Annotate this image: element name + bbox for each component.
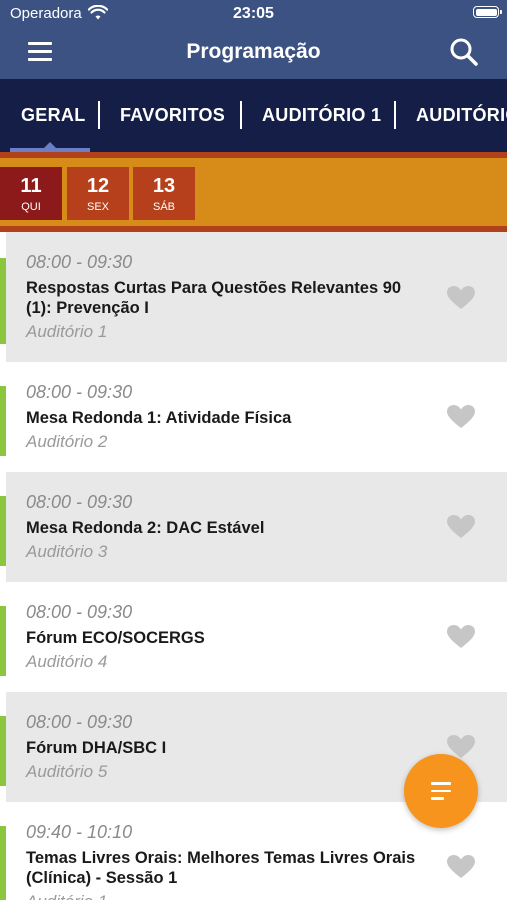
day-button-13[interactable]: 13 SÁB <box>133 167 195 220</box>
session-accent-bar <box>0 716 6 786</box>
session-time: 08:00 - 09:30 <box>26 382 133 402</box>
session-accent-bar <box>0 496 6 566</box>
search-icon[interactable] <box>449 37 479 67</box>
session-row[interactable]: 08:00 - 09:30 Mesa Redonda 2: DAC Estáve… <box>0 472 507 582</box>
session-room: Auditório 2 <box>26 432 108 451</box>
heart-icon[interactable] <box>447 855 475 879</box>
session-room: Auditório 4 <box>26 652 108 671</box>
session-title: Fórum ECO/SOCERGS <box>26 629 205 647</box>
page-title: Programação <box>186 40 321 63</box>
day-button-11[interactable]: 11 QUI <box>0 167 62 220</box>
filter-icon <box>431 782 451 805</box>
navigation-bar: Programação <box>0 28 507 79</box>
tab-auditorio-2[interactable]: AUDITÓRIO 2 <box>416 79 507 152</box>
day-number: 11 <box>20 175 42 197</box>
day-weekday: SÁB <box>152 201 175 213</box>
heart-icon[interactable] <box>447 405 475 429</box>
session-room: Auditório 1 <box>26 322 108 341</box>
session-row[interactable]: 08:00 - 09:30 Mesa Redonda 1: Atividade … <box>0 362 507 472</box>
session-time: 08:00 - 09:30 <box>26 602 133 622</box>
day-weekday: QUI <box>21 201 41 213</box>
session-title: Temas Livres Orais: Melhores Temas Livre… <box>26 849 416 887</box>
session-accent-bar <box>0 606 6 676</box>
day-button-12[interactable]: 12 SEX <box>67 167 129 220</box>
session-row[interactable]: 08:00 - 09:30 Fórum ECO/SOCERGS Auditóri… <box>0 582 507 692</box>
tab-divider <box>98 101 100 129</box>
heart-icon[interactable] <box>447 286 475 310</box>
heart-icon[interactable] <box>447 625 475 649</box>
session-accent-bar <box>0 258 6 344</box>
session-title: Respostas Curtas Para Questões Relevante… <box>26 279 402 317</box>
date-selector: 11 QUI 12 SEX 13 SÁB <box>0 152 507 232</box>
tab-bar: GERAL FAVORITOS AUDITÓRIO 1 AUDITÓRIO 2 <box>0 79 507 152</box>
session-title: Mesa Redonda 2: DAC Estável <box>26 519 265 537</box>
session-time: 08:00 - 09:30 <box>26 252 133 272</box>
session-accent-bar <box>0 826 6 900</box>
day-weekday: SEX <box>86 201 109 213</box>
day-number: 13 <box>152 175 176 197</box>
session-title: Fórum DHA/SBC I <box>26 739 167 757</box>
session-room: Auditório 5 <box>26 762 108 781</box>
tab-favoritos[interactable]: FAVORITOS <box>120 79 225 152</box>
session-row[interactable]: 08:00 - 09:30 Respostas Curtas Para Ques… <box>0 232 507 362</box>
filter-fab-button[interactable] <box>404 754 478 828</box>
tab-auditorio-1[interactable]: AUDITÓRIO 1 <box>262 79 381 152</box>
session-title: Mesa Redonda 1: Atividade Física <box>26 409 292 427</box>
session-time: 08:00 - 09:30 <box>26 712 133 732</box>
tab-divider <box>240 101 242 129</box>
day-number: 12 <box>86 175 110 197</box>
heart-icon[interactable] <box>447 515 475 539</box>
battery-icon <box>473 6 502 18</box>
session-room: Auditório 3 <box>26 542 108 561</box>
session-time: 09:40 - 10:10 <box>26 822 133 842</box>
tab-divider <box>394 101 396 129</box>
status-bar: Operadora 23:05 <box>0 0 507 28</box>
session-time: 08:00 - 09:30 <box>26 492 133 512</box>
session-room: Auditório 1 <box>26 892 107 900</box>
clock: 23:05 <box>233 5 274 22</box>
session-accent-bar <box>0 386 6 456</box>
